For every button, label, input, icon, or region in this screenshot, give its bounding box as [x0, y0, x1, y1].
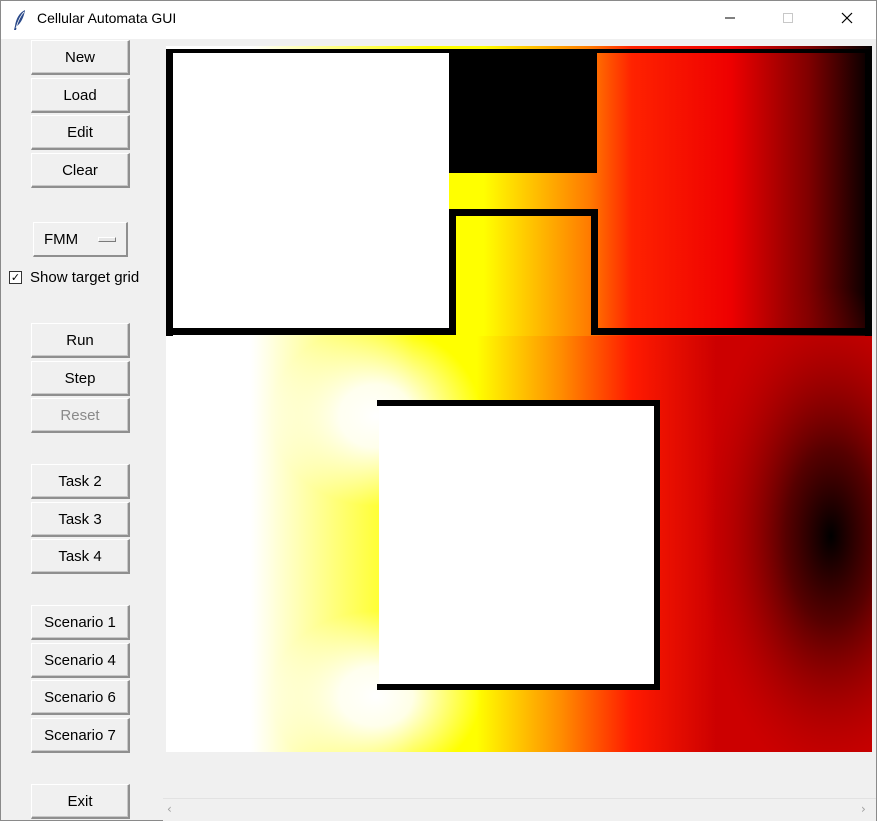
minimize-button[interactable]	[701, 1, 759, 39]
task-2-button[interactable]: Task 2	[31, 464, 130, 499]
wall-bottom-left	[166, 328, 456, 335]
wall-bottom-right	[591, 328, 872, 335]
close-icon	[841, 12, 853, 28]
feather-icon	[12, 9, 28, 31]
scenario-1-button[interactable]: Scenario 1	[31, 605, 130, 640]
title-bar: Cellular Automata GUI	[1, 1, 876, 39]
window-title: Cellular Automata GUI	[37, 10, 177, 26]
task-4-button[interactable]: Task 4	[31, 539, 130, 574]
scenario-7-button[interactable]: Scenario 7	[31, 718, 130, 753]
wall-room-top	[377, 400, 660, 406]
load-button[interactable]: Load	[31, 78, 130, 113]
checkmark-icon: ✓	[10, 270, 21, 284]
wall-notch-top	[449, 209, 597, 216]
upper-left-room	[169, 49, 449, 332]
edit-button[interactable]: Edit	[31, 115, 130, 150]
show-target-grid-row[interactable]: ✓ Show target grid	[9, 267, 139, 287]
horizontal-scrollbar[interactable]: ‹ ›	[163, 798, 876, 821]
wall-room-bottom	[377, 684, 660, 690]
scroll-left-icon[interactable]: ‹	[167, 802, 172, 816]
app-window: Cellular Automata GUI New Load Edit Clea…	[0, 0, 877, 821]
show-target-grid-label: Show target grid	[30, 268, 140, 286]
minimize-icon	[724, 12, 736, 28]
wall-top	[169, 49, 869, 53]
scenario-6-button[interactable]: Scenario 6	[31, 680, 130, 715]
dropdown-indicator-icon	[98, 237, 116, 242]
exit-button[interactable]: Exit	[31, 784, 130, 819]
step-button[interactable]: Step	[31, 361, 130, 396]
show-target-grid-checkbox[interactable]: ✓	[9, 270, 22, 284]
inner-room	[379, 404, 656, 686]
maximize-button[interactable]	[759, 1, 817, 39]
scroll-right-icon[interactable]: ›	[861, 802, 866, 816]
algorithm-select-value: FMM	[44, 231, 79, 248]
close-button[interactable]	[818, 1, 876, 39]
reset-button[interactable]: Reset	[31, 398, 130, 433]
new-button[interactable]: New	[31, 40, 130, 75]
wall-right	[865, 49, 872, 336]
wall-left	[166, 49, 173, 336]
run-button[interactable]: Run	[31, 323, 130, 358]
wall-notch-left	[449, 209, 456, 335]
scenario-4-button[interactable]: Scenario 4	[31, 643, 130, 678]
simulation-canvas[interactable]	[166, 46, 872, 752]
wall-notch-right	[591, 209, 598, 335]
maximize-icon	[782, 12, 794, 28]
clear-button[interactable]: Clear	[31, 153, 130, 188]
wall-room-right	[654, 400, 660, 690]
task-3-button[interactable]: Task 3	[31, 502, 130, 537]
algorithm-select[interactable]: FMM	[33, 222, 128, 257]
target-area	[449, 49, 597, 173]
